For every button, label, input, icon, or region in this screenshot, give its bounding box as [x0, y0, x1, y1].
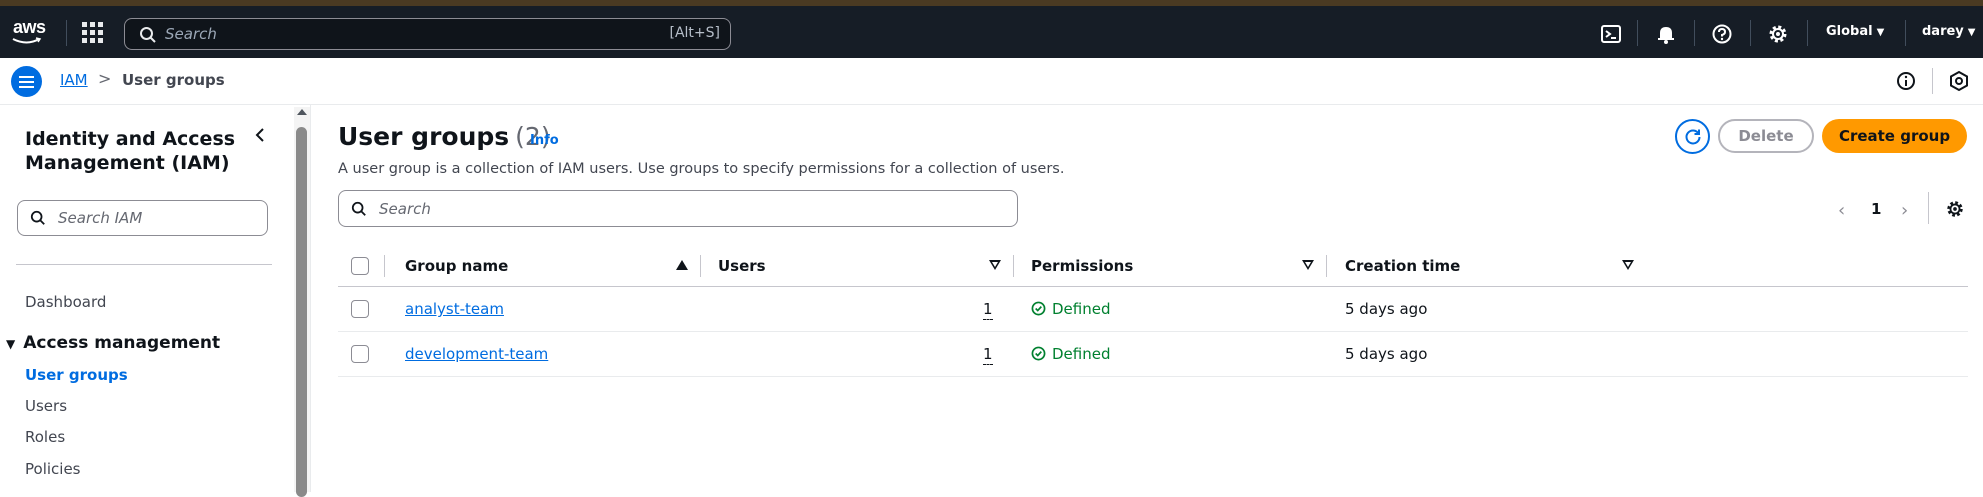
sidebar-divider	[16, 264, 272, 265]
group-name-link[interactable]: development-team	[405, 345, 548, 363]
page-description: A user group is a collection of IAM user…	[338, 161, 1065, 177]
refresh-button[interactable]	[1675, 119, 1710, 154]
table-search[interactable]	[338, 190, 1018, 227]
nav-divider	[1637, 20, 1638, 46]
success-check-icon	[1031, 346, 1046, 361]
pager-divider	[1928, 192, 1929, 224]
sidebar-section-access-management[interactable]: ▼ Access management	[6, 333, 220, 353]
column-divider	[1326, 255, 1327, 277]
nav-divider	[1750, 20, 1751, 46]
services-grid-icon[interactable]	[82, 22, 104, 44]
info-link[interactable]: Info	[530, 133, 559, 148]
permissions-status: Defined	[1031, 300, 1110, 318]
delete-button[interactable]: Delete	[1718, 119, 1814, 153]
table-row: analyst-team 1 Defined 5 days ago	[338, 287, 1968, 332]
breadcrumb-divider	[1932, 68, 1933, 94]
sidebar-item-user-groups[interactable]: User groups	[25, 366, 128, 384]
info-panel-icon[interactable]	[1895, 70, 1917, 92]
chevron-right-icon: >	[98, 69, 112, 88]
column-divider	[1013, 255, 1014, 277]
users-count[interactable]: 1	[983, 300, 993, 320]
sidebar-item-dashboard[interactable]: Dashboard	[25, 293, 106, 311]
group-name-link[interactable]: analyst-team	[405, 300, 504, 318]
column-divider	[384, 255, 385, 277]
region-label: Global	[1826, 24, 1873, 39]
column-header-creation-time[interactable]: Creation time	[1345, 257, 1460, 275]
notifications-bell-icon[interactable]	[1655, 23, 1677, 45]
nav-divider	[1905, 20, 1906, 46]
scroll-up-arrow-icon[interactable]	[297, 109, 307, 115]
main-content: User groups (2) Info A user group is a co…	[311, 105, 1983, 492]
breadcrumb-iam[interactable]: IAM	[60, 71, 88, 89]
global-search[interactable]: [Alt+S]	[124, 18, 731, 50]
sort-descending-icon[interactable]	[1302, 260, 1314, 270]
sort-descending-icon[interactable]	[1622, 260, 1634, 270]
aws-smile-icon	[12, 37, 42, 44]
users-count[interactable]: 1	[983, 345, 993, 365]
create-group-button[interactable]: Create group	[1822, 119, 1967, 153]
aws-logo[interactable]: aws	[10, 12, 52, 52]
feedback-icon[interactable]	[1948, 70, 1970, 92]
help-icon[interactable]	[1711, 23, 1733, 45]
creation-time: 5 days ago	[1345, 345, 1428, 363]
permissions-label: Defined	[1052, 300, 1111, 318]
breadcrumb-bar: IAM > User groups	[0, 58, 1983, 105]
search-shortcut: [Alt+S]	[669, 25, 721, 41]
sort-descending-icon[interactable]	[989, 260, 1001, 270]
chevron-left-icon[interactable]: ‹	[1838, 200, 1845, 221]
scrollbar-thumb[interactable]	[296, 127, 307, 497]
column-header-permissions[interactable]: Permissions	[1031, 257, 1133, 275]
sidebar-item-roles[interactable]: Roles	[25, 428, 65, 446]
sort-ascending-icon[interactable]	[676, 260, 688, 270]
page-title: User groups (2)	[338, 122, 551, 151]
sidebar-item-users[interactable]: Users	[25, 397, 67, 415]
page-number[interactable]: 1	[1871, 200, 1881, 218]
table-preferences-gear-icon[interactable]	[1945, 199, 1965, 219]
permissions-label: Defined	[1052, 345, 1111, 363]
chevron-right-icon[interactable]: ›	[1901, 200, 1908, 221]
caret-down-icon: ▼	[6, 337, 16, 351]
permissions-status: Defined	[1031, 345, 1110, 363]
sidebar-title: Identity and Access Management (IAM)	[25, 128, 236, 174]
caret-down-icon: ▼	[1876, 27, 1885, 38]
search-icon	[351, 201, 366, 216]
sidebar-item-policies[interactable]: Policies	[25, 460, 80, 478]
sidebar-search-input[interactable]	[58, 208, 258, 228]
top-navigation: aws [Alt+S]	[0, 6, 1983, 58]
table-search-input[interactable]	[379, 199, 979, 219]
settings-gear-icon[interactable]	[1767, 23, 1789, 45]
row-checkbox[interactable]	[351, 345, 369, 363]
refresh-icon	[1685, 129, 1701, 145]
nav-divider	[66, 20, 67, 46]
account-name: darey	[1922, 24, 1964, 39]
column-header-group-name[interactable]: Group name	[405, 257, 508, 275]
sidebar: Identity and Access Management (IAM) Das…	[0, 105, 294, 492]
creation-time: 5 days ago	[1345, 300, 1428, 318]
account-menu[interactable]: darey ▼	[1922, 24, 1975, 39]
region-selector[interactable]: Global ▼	[1826, 24, 1884, 39]
sidebar-scrollbar[interactable]	[294, 107, 310, 497]
success-check-icon	[1031, 301, 1046, 316]
table-row: development-team 1 Defined 5 days ago	[338, 332, 1968, 377]
page-title-text: User groups	[338, 122, 510, 151]
table-header: Group name Users Permissions Creation ti…	[338, 245, 1968, 287]
caret-down-icon: ▼	[1967, 27, 1976, 38]
column-divider	[700, 255, 701, 277]
search-icon	[30, 210, 45, 225]
breadcrumb-current: User groups	[122, 71, 225, 89]
chevron-left-icon[interactable]	[250, 125, 270, 145]
nav-divider	[1694, 20, 1695, 46]
select-all-checkbox[interactable]	[351, 257, 369, 275]
nav-divider	[1807, 20, 1808, 46]
sidebar-section-label: Access management	[23, 333, 221, 353]
column-header-users[interactable]: Users	[718, 257, 766, 275]
global-search-input[interactable]	[165, 23, 585, 45]
row-checkbox[interactable]	[351, 300, 369, 318]
sidebar-search[interactable]	[17, 200, 268, 236]
cloudshell-icon[interactable]	[1600, 23, 1622, 45]
menu-toggle-icon[interactable]	[11, 66, 42, 97]
search-icon	[140, 27, 156, 43]
